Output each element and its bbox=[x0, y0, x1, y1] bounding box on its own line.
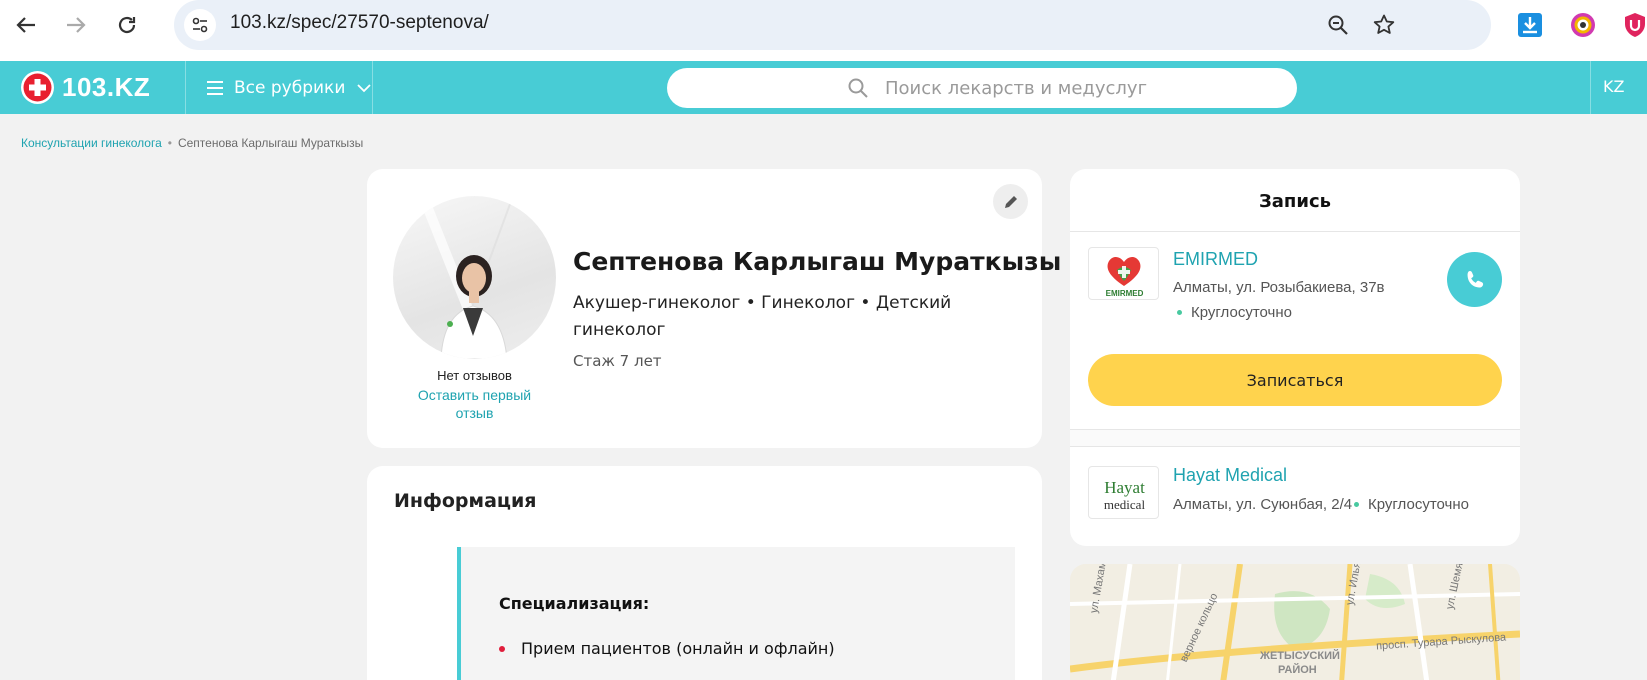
edit-icon bbox=[1004, 195, 1017, 208]
download-icon bbox=[1518, 13, 1542, 37]
all-rubrics-menu[interactable]: Все рубрики bbox=[206, 61, 372, 114]
header-divider bbox=[1590, 61, 1591, 114]
all-rubrics-label: Все рубрики bbox=[234, 77, 346, 98]
breadcrumb-separator: • bbox=[167, 136, 172, 150]
clinic-logo-emirmed[interactable]: EMIRMED bbox=[1088, 247, 1159, 300]
search-box[interactable] bbox=[667, 68, 1297, 108]
browser-toolbar: 103.kz/spec/27570-septenova/ bbox=[0, 0, 1647, 61]
logo-cross-icon bbox=[21, 71, 54, 104]
list-item-text: Прием пациентов (онлайн и офлайн) bbox=[521, 639, 835, 658]
breadcrumb-link[interactable]: Консультации гинеколога bbox=[21, 136, 162, 150]
shield-extension-icon bbox=[1625, 13, 1645, 37]
site-info-button[interactable] bbox=[184, 9, 216, 41]
logo-text: 103.KZ bbox=[62, 72, 151, 102]
doctor-experience: Стаж 7 лет bbox=[573, 352, 662, 370]
back-button[interactable] bbox=[9, 8, 43, 42]
clinic-hours: Круглосуточно bbox=[1177, 304, 1292, 321]
specialization-title: Специализация: bbox=[499, 594, 650, 613]
status-dot-icon bbox=[1354, 502, 1359, 507]
search-input[interactable] bbox=[885, 68, 1275, 108]
extension-icon bbox=[1571, 13, 1595, 37]
svg-text:EMIRMED: EMIRMED bbox=[1106, 289, 1144, 298]
doctor-specialties: Акушер-гинеколог • Гинеколог • Детский г… bbox=[573, 293, 952, 340]
menu-icon bbox=[207, 80, 223, 95]
forward-button[interactable] bbox=[59, 8, 93, 42]
star-icon bbox=[1373, 14, 1395, 34]
bookmark-button[interactable] bbox=[1370, 11, 1398, 39]
site-header: 103.KZ Все рубрики KZ bbox=[0, 61, 1647, 114]
download-extension[interactable] bbox=[1515, 10, 1545, 40]
divider bbox=[1070, 446, 1520, 447]
forward-arrow-icon bbox=[67, 17, 86, 33]
zoom-icon bbox=[1328, 15, 1348, 35]
breadcrumb: Консультации гинеколога • Септенова Карлыг… bbox=[21, 136, 363, 150]
reviews-status: Нет отзывов bbox=[437, 368, 512, 383]
site-logo[interactable]: 103.KZ bbox=[21, 71, 150, 104]
bullet-icon bbox=[499, 645, 505, 652]
doctor-name: Септенова Карлыгаш Мураткызы bbox=[573, 247, 1062, 276]
doctor-photo bbox=[393, 196, 556, 359]
header-divider bbox=[372, 61, 373, 114]
language-switch[interactable]: KZ bbox=[1603, 77, 1624, 96]
clinic-address: Алматы, ул. Розыбакиева, 37в bbox=[1173, 279, 1385, 296]
edit-button[interactable] bbox=[993, 184, 1028, 219]
info-title: Информация bbox=[394, 490, 537, 512]
site-info-icon bbox=[192, 17, 208, 33]
chevron-down-icon bbox=[357, 83, 372, 92]
address-bar[interactable]: 103.kz/spec/27570-septenova/ bbox=[174, 0, 1491, 50]
clinic-hours-text: Круглосуточно bbox=[1368, 496, 1469, 513]
doctor-profile-card: Нет отзывов Оставить первый отзыв Септен… bbox=[367, 169, 1061, 448]
reload-icon bbox=[118, 16, 136, 34]
clinic-logo-hayat[interactable]: Hayat medical bbox=[1088, 466, 1159, 519]
search-icon bbox=[848, 78, 868, 98]
map-label: РАЙОН bbox=[1278, 664, 1317, 676]
clinic-address: Алматы, ул. Суюнбая, 2/4 bbox=[1173, 496, 1353, 513]
book-appointment-button[interactable]: Записаться bbox=[1088, 354, 1502, 406]
reload-button[interactable] bbox=[110, 8, 144, 42]
svg-text:medical: medical bbox=[1104, 497, 1146, 512]
booking-title: Запись bbox=[1258, 191, 1332, 212]
specialization-block: Специализация: Прием пациентов (онлайн и… bbox=[457, 547, 1015, 680]
svg-text:Hayat: Hayat bbox=[1104, 478, 1145, 497]
phone-icon bbox=[1467, 270, 1483, 288]
header-divider bbox=[185, 61, 186, 114]
divider bbox=[1070, 231, 1520, 232]
url-text[interactable]: 103.kz/spec/27570-septenova/ bbox=[230, 12, 489, 34]
call-button[interactable] bbox=[1447, 252, 1502, 307]
clinic-name[interactable]: EMIRMED bbox=[1173, 249, 1258, 270]
shield-extension[interactable] bbox=[1620, 10, 1647, 40]
clinic-hours: Круглосуточно bbox=[1354, 496, 1469, 513]
info-card: Информация Специализация: Прием пациенто… bbox=[367, 466, 1042, 680]
zoom-button[interactable] bbox=[1324, 11, 1352, 39]
status-dot-icon bbox=[1177, 310, 1182, 315]
leave-review-link[interactable]: Оставить первый отзыв bbox=[407, 386, 542, 422]
clinic-map[interactable]: ул. Махамбета Утемисова верное кольцо ЖЕ… bbox=[1070, 564, 1520, 680]
clinic-name[interactable]: Hayat Medical bbox=[1173, 465, 1287, 486]
breadcrumb-current: Септенова Карлыгаш Мураткызы bbox=[177, 136, 364, 150]
back-arrow-icon bbox=[16, 17, 35, 33]
clinic-hours-text: Круглосуточно bbox=[1191, 304, 1292, 321]
list-item: Прием пациентов (онлайн и офлайн) bbox=[499, 639, 835, 658]
map-label: ЖЕТЫСУСКИЙ bbox=[1260, 650, 1340, 662]
color-extension[interactable] bbox=[1568, 10, 1598, 40]
separator-band bbox=[1070, 430, 1520, 446]
booking-card: Запись EMIRMED EMIRMED Алматы, ул. Розыб… bbox=[1070, 169, 1520, 546]
